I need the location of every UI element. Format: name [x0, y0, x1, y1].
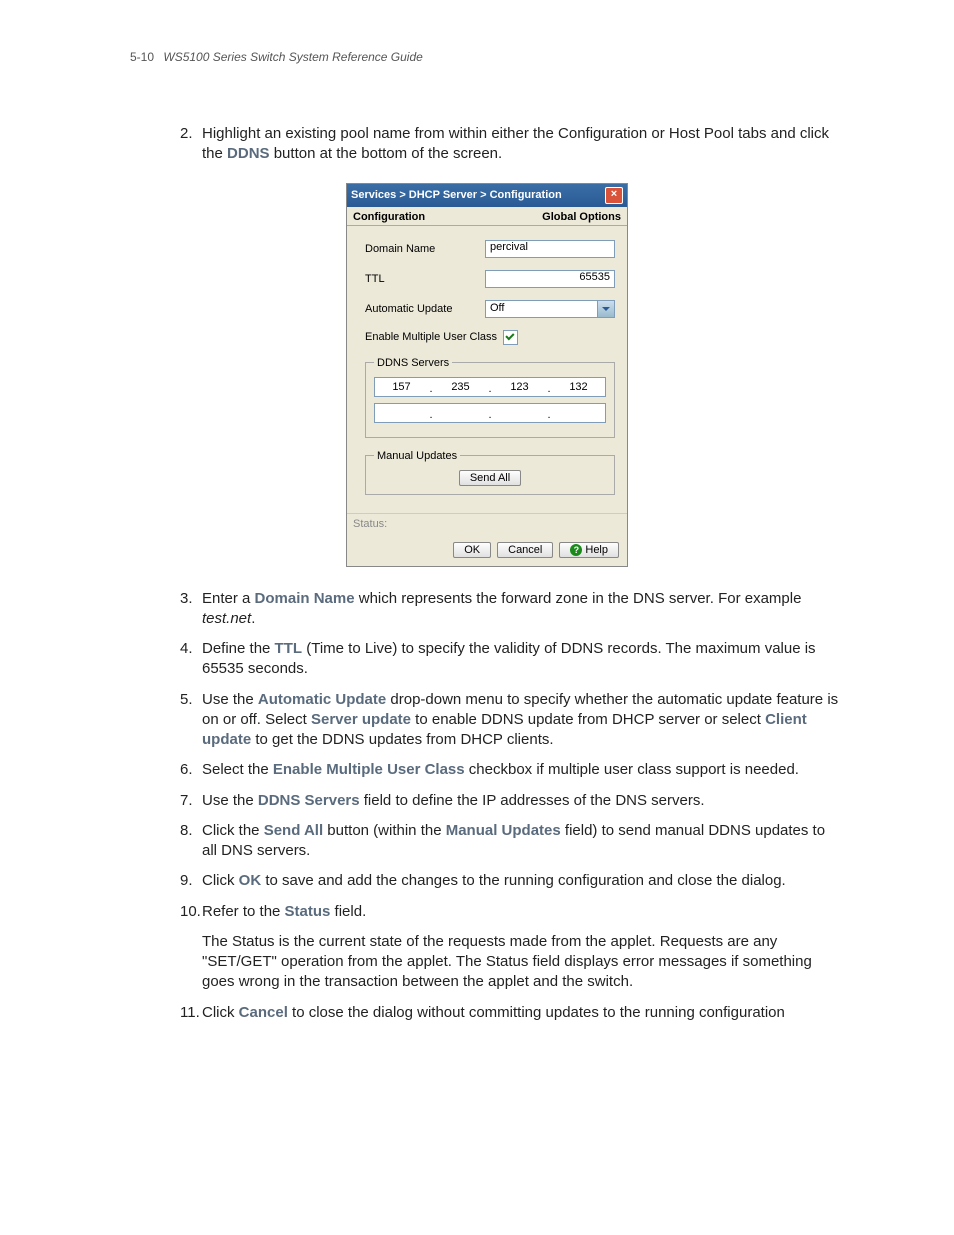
step-number: 6. [180, 760, 202, 780]
domain-name-label: Domain Name [365, 243, 485, 255]
enable-multi-checkbox[interactable] [503, 330, 518, 345]
status-description: The Status is the current state of the r… [202, 932, 844, 993]
ddns-config-dialog: Services > DHCP Server > Configuration ×… [346, 183, 628, 567]
ttl-input[interactable]: 65535 [485, 270, 615, 288]
domain-name-input[interactable]: percival [485, 240, 615, 258]
step-text: Highlight an existing pool name from wit… [202, 124, 844, 165]
page-number: 5-10 [130, 50, 154, 64]
status-label: Status: [347, 513, 627, 534]
send-all-button[interactable]: Send All [459, 470, 521, 486]
ddns-ip-2[interactable]: . . . [374, 403, 606, 423]
step-number: 10. [180, 902, 202, 922]
step-number: 3. [180, 589, 202, 630]
tab-configuration[interactable]: Configuration [353, 211, 425, 223]
help-button[interactable]: ? Help [559, 542, 619, 558]
step-text: Define the TTL (Time to Live) to specify… [202, 639, 844, 680]
close-icon[interactable]: × [605, 187, 623, 204]
help-icon: ? [570, 544, 582, 556]
auto-update-dropdown[interactable]: Off [485, 300, 615, 318]
ttl-label: TTL [365, 273, 485, 285]
ddns-ip-1[interactable]: 157. 235. 123. 132 [374, 377, 606, 397]
ddns-servers-group: DDNS Servers 157. 235. 123. 132 . . . [365, 357, 615, 438]
dialog-title: Services > DHCP Server > Configuration [351, 189, 562, 201]
step-text: Use the DDNS Servers field to define the… [202, 791, 844, 811]
step-number: 9. [180, 871, 202, 891]
page-header: 5-10 WS5100 Series Switch System Referen… [130, 50, 844, 64]
step-text: Refer to the Status field. [202, 902, 844, 922]
step-text: Enter a Domain Name which represents the… [202, 589, 844, 630]
cancel-button[interactable]: Cancel [497, 542, 553, 558]
step-number: 4. [180, 639, 202, 680]
step-number: 2. [180, 124, 202, 165]
step-text: Click Cancel to close the dialog without… [202, 1003, 844, 1023]
tab-global-options[interactable]: Global Options [542, 211, 621, 223]
enable-multi-label: Enable Multiple User Class [365, 331, 497, 343]
ddns-servers-legend: DDNS Servers [374, 357, 452, 369]
step-text: Click the Send All button (within the Ma… [202, 821, 844, 862]
step-number: 11. [180, 1003, 202, 1023]
doc-title: WS5100 Series Switch System Reference Gu… [163, 50, 422, 64]
ok-button[interactable]: OK [453, 542, 491, 558]
step-number: 8. [180, 821, 202, 862]
manual-updates-group: Manual Updates Send All [365, 450, 615, 495]
dialog-titlebar: Services > DHCP Server > Configuration × [347, 184, 627, 207]
step-text: Select the Enable Multiple User Class ch… [202, 760, 844, 780]
chevron-down-icon [597, 301, 614, 317]
step-number: 7. [180, 791, 202, 811]
step-text: Click OK to save and add the changes to … [202, 871, 844, 891]
auto-update-label: Automatic Update [365, 303, 485, 315]
step-number: 5. [180, 690, 202, 751]
step-text: Use the Automatic Update drop-down menu … [202, 690, 844, 751]
manual-updates-legend: Manual Updates [374, 450, 460, 462]
